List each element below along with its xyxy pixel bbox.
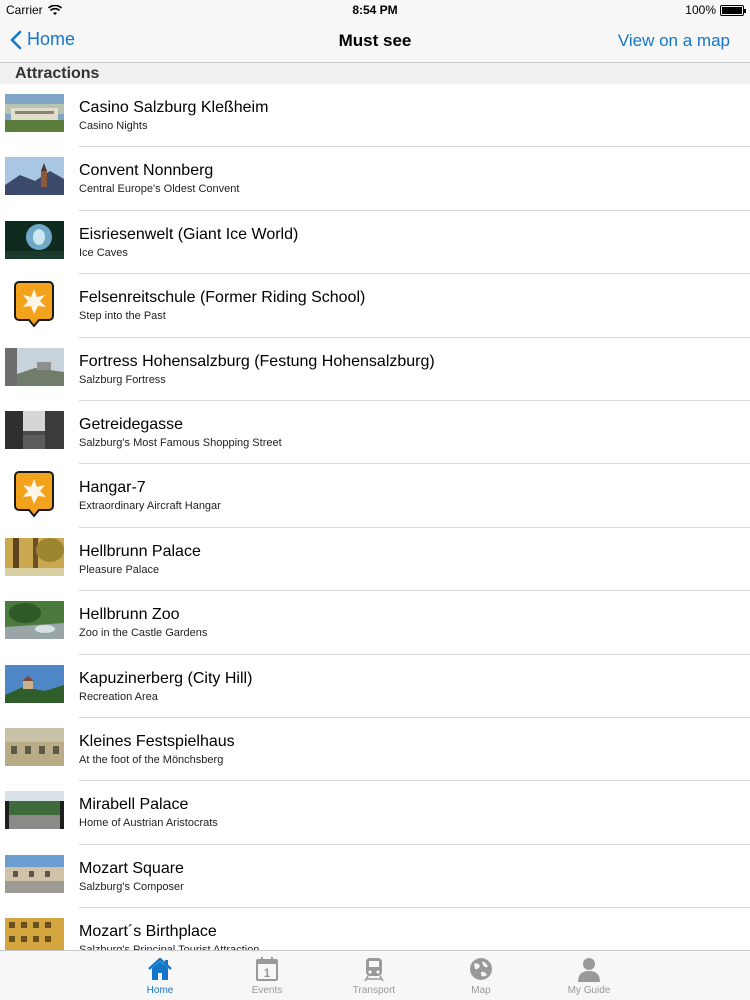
placeholder-badge-icon bbox=[14, 471, 54, 518]
list-item-title: Hellbrunn Palace bbox=[79, 542, 201, 560]
list-item-title: Hangar-7 bbox=[79, 479, 146, 497]
list-item-title: Mozart´s Birthplace bbox=[79, 923, 217, 941]
list-item[interactable]: Eisriesenwelt (Giant Ice World) Ice Caves bbox=[0, 211, 750, 275]
photo-palace bbox=[5, 94, 64, 132]
list-item-subtitle: Salzburg's Most Famous Shopping Street bbox=[79, 436, 282, 449]
person-icon bbox=[578, 958, 600, 982]
list-item[interactable]: Casino Salzburg Kleßheim Casino Nights bbox=[0, 84, 750, 148]
list-item-subtitle: Recreation Area bbox=[79, 690, 158, 703]
svg-text:1: 1 bbox=[264, 966, 271, 980]
photo-convent bbox=[5, 157, 64, 196]
photo-birthplace bbox=[5, 918, 64, 950]
tab-label: My Guide bbox=[567, 985, 611, 996]
attractions-list[interactable]: Casino Salzburg Kleßheim Casino Nights Con… bbox=[0, 84, 750, 950]
list-item-title: Kleines Festspielhaus bbox=[79, 732, 235, 750]
calendar-icon: 1 bbox=[256, 957, 278, 981]
photo-fortress bbox=[5, 347, 64, 386]
photo-garden bbox=[5, 791, 64, 830]
list-item[interactable]: Fortress Hohensalzburg (Festung Hohensal… bbox=[0, 338, 750, 401]
list-item-subtitle: Salzburg's Composer bbox=[79, 880, 184, 893]
photo-building bbox=[5, 727, 64, 766]
photo-square bbox=[5, 854, 64, 893]
photo-street bbox=[5, 410, 64, 449]
list-item[interactable]: Mozart´s BirthplaceSalzburg's Principal … bbox=[0, 908, 750, 950]
tab-transport[interactable]: Transport bbox=[334, 955, 414, 996]
list-item-title: Eisriesenwelt (Giant Ice World) bbox=[79, 225, 299, 243]
home-icon bbox=[148, 957, 172, 980]
tab-label: Home bbox=[146, 985, 174, 996]
list-item[interactable]: Mirabell Palace Home of Austrian Aristocr… bbox=[0, 781, 750, 845]
tab-map[interactable]: Map bbox=[441, 955, 521, 996]
list-item[interactable]: Hangar-7 Extraordinary Aircraft Hangar bbox=[0, 464, 750, 528]
navigation-bar: Home Must see View on a map bbox=[0, 20, 750, 63]
section-header: Attractions bbox=[0, 63, 750, 84]
tab-home[interactable]: Home bbox=[120, 955, 200, 996]
list-item-subtitle: Home of Austrian Aristocrats bbox=[79, 817, 218, 830]
list-item-title: Convent Nonnberg bbox=[79, 162, 214, 180]
list-item-subtitle: Ice Caves bbox=[79, 246, 128, 259]
list-item[interactable]: Kleines Festspielhaus At the foot of the … bbox=[0, 718, 750, 782]
list-item-title: Hellbrunn Zoo bbox=[79, 606, 180, 624]
list-item-title: Getreidegasse bbox=[79, 415, 184, 433]
battery-icon bbox=[720, 4, 746, 16]
list-item-title: Felsenreitschule (Former Riding School) bbox=[79, 289, 366, 307]
list-item[interactable]: Hellbrunn Zoo Zoo in the Castle Gardens bbox=[0, 591, 750, 655]
list-item-subtitle: Casino Nights bbox=[79, 120, 148, 132]
list-item[interactable]: Kapuzinerberg (City Hill) Recreation Area bbox=[0, 655, 750, 718]
list-item[interactable]: Convent Nonnberg Central Europe's Oldest … bbox=[0, 147, 750, 211]
photo-ice-cave bbox=[5, 220, 64, 259]
list-item-subtitle: Zoo in the Castle Gardens bbox=[79, 627, 208, 640]
train-icon bbox=[364, 958, 384, 982]
list-item[interactable]: Mozart Square Salzburg's Composer bbox=[0, 845, 750, 909]
tab-my-guide[interactable]: My Guide bbox=[549, 955, 629, 996]
photo-hill bbox=[5, 664, 64, 703]
list-item-subtitle: Central Europe's Oldest Convent bbox=[79, 183, 240, 196]
list-item[interactable]: Hellbrunn Palace Pleasure Palace bbox=[0, 528, 750, 592]
view-on-map-button[interactable]: View on a map bbox=[618, 31, 730, 51]
list-item-title: Fortress Hohensalzburg (Festung Hohensal… bbox=[79, 352, 435, 370]
placeholder-badge-icon bbox=[14, 281, 54, 328]
tab-bar: Home 1 Events Transport Map My Guide bbox=[0, 950, 750, 1000]
list-item-title: Casino Salzburg Kleßheim bbox=[79, 99, 269, 116]
battery-percent: 100% bbox=[685, 3, 716, 17]
globe-icon bbox=[470, 958, 492, 980]
list-item[interactable]: Felsenreitschule (Former Riding School) S… bbox=[0, 274, 750, 338]
list-item-title: Mirabell Palace bbox=[79, 796, 189, 814]
tab-label: Transport bbox=[352, 985, 396, 996]
tab-events[interactable]: 1 Events bbox=[227, 955, 307, 996]
tab-label: Map bbox=[471, 985, 491, 996]
list-item-subtitle: At the foot of the Mönchsberg bbox=[79, 753, 224, 766]
battery-indicator: 100% bbox=[685, 3, 746, 17]
list-item-title: Mozart Square bbox=[79, 859, 184, 877]
status-bar: Carrier 8:54 PM 100% bbox=[0, 0, 750, 20]
list-item-subtitle: Extraordinary Aircraft Hangar bbox=[79, 500, 221, 513]
photo-zoo bbox=[5, 601, 64, 640]
photo-park bbox=[5, 537, 64, 576]
list-item[interactable]: Getreidegasse Salzburg's Most Famous Shop… bbox=[0, 401, 750, 465]
clock: 8:54 PM bbox=[352, 3, 398, 17]
tab-label: Events bbox=[251, 985, 283, 996]
list-item-subtitle: Salzburg Fortress bbox=[79, 373, 166, 386]
list-item-title: Kapuzinerberg (City Hill) bbox=[79, 669, 253, 687]
list-item-subtitle: Pleasure Palace bbox=[79, 563, 160, 576]
list-item-subtitle: Step into the Past bbox=[79, 310, 166, 323]
